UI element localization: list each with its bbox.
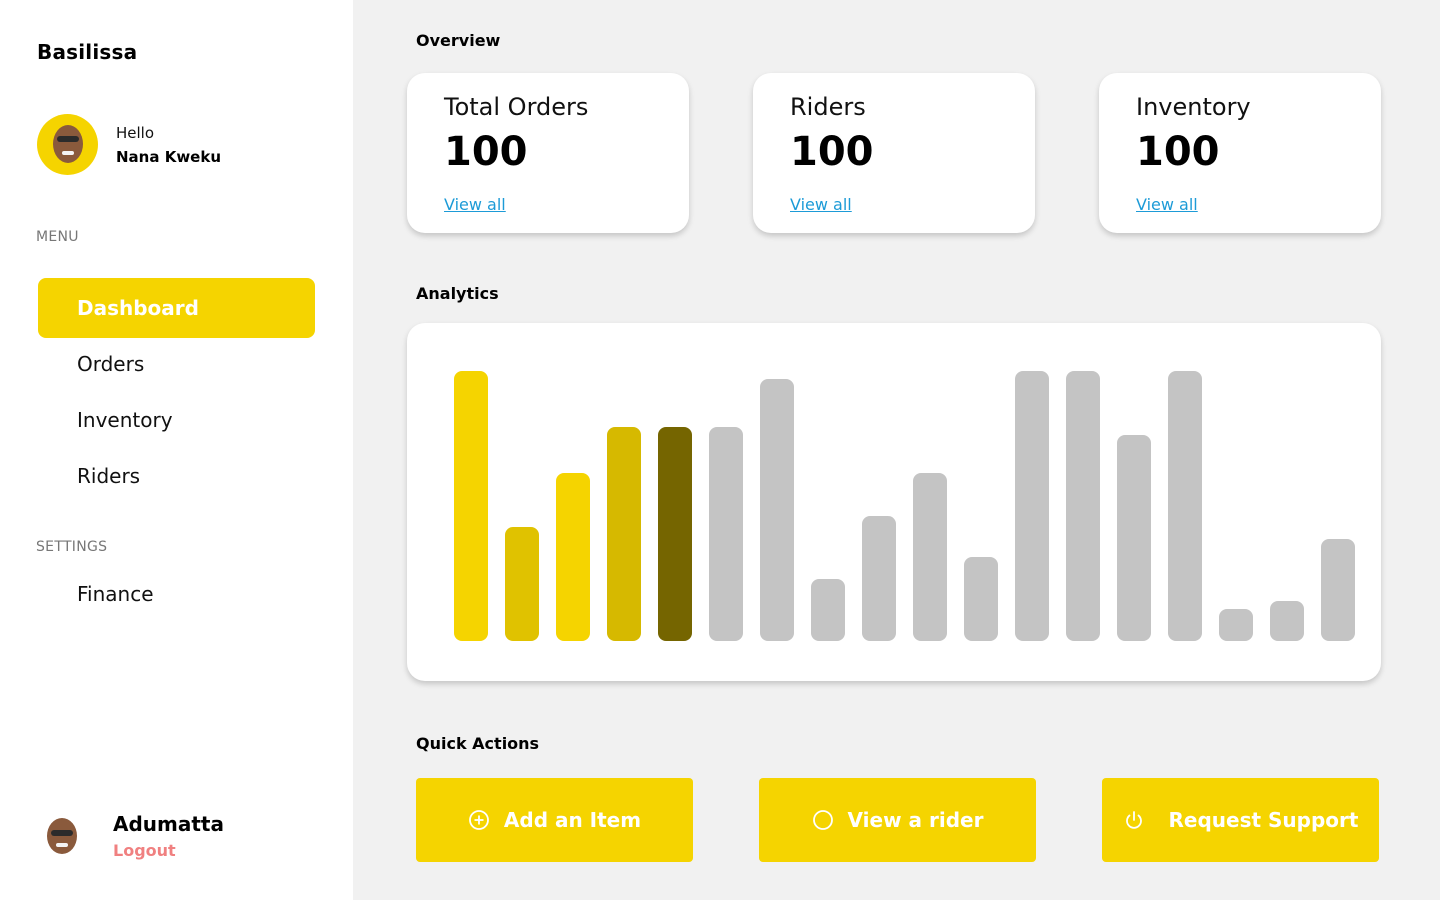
sidebar-item-dashboard[interactable]: Dashboard [38,278,315,338]
sidebar-item-orders[interactable]: Orders [38,334,315,394]
chart-bar-8 [811,579,845,641]
view-rider-button[interactable]: View a rider [759,778,1036,862]
circle-icon [812,810,833,830]
sidebar-item-finance[interactable]: Finance [38,564,315,624]
chart-bar-12 [1015,371,1049,641]
request-support-button[interactable]: Request Support [1102,778,1379,862]
chart-bar-4 [607,427,641,641]
footer-avatar [45,816,79,856]
chart-bar-13 [1066,371,1100,641]
analytics-heading: Analytics [416,284,499,303]
menu-section-label: MENU [36,229,79,245]
chart-bar-15 [1168,371,1202,641]
stat-card-total-orders: Total Orders 100 View all [407,73,689,233]
stat-title: Inventory [1136,93,1251,121]
view-all-riders-link[interactable]: View all [790,195,852,214]
request-support-label: Request Support [1168,808,1359,832]
analytics-bar-chart [454,371,1355,641]
stat-title: Riders [790,93,866,121]
add-item-button[interactable]: Add an Item [416,778,693,862]
user-name: Nana Kweku [116,147,222,166]
plus-circle-icon [469,810,489,830]
analytics-chart-card [407,323,1381,681]
power-icon [1125,811,1142,829]
stat-value: 100 [790,129,874,175]
chart-bar-18 [1321,539,1355,641]
stat-value: 100 [444,129,528,175]
view-all-orders-link[interactable]: View all [444,195,506,214]
chart-bar-7 [760,379,794,641]
chart-bar-5 [658,427,692,641]
user-profile: Hello Nana Kweku [37,114,221,175]
stat-value: 100 [1136,129,1220,175]
chart-bar-2 [505,527,539,641]
chart-bar-17 [1270,601,1304,641]
greeting-text: Hello [116,123,155,142]
add-item-label: Add an Item [503,808,642,832]
chart-bar-14 [1117,435,1151,641]
chart-bar-3 [556,473,590,641]
sidebar: Basilissa Hello Nana Kweku MENU Dashboar… [0,0,353,900]
chart-bar-11 [964,557,998,641]
chart-bar-6 [709,427,743,641]
logout-link[interactable]: Logout [113,841,224,860]
view-rider-label: View a rider [847,808,984,832]
avatar [37,114,98,175]
sidebar-item-inventory[interactable]: Inventory [38,390,315,450]
overview-heading: Overview [416,31,501,50]
view-all-inventory-link[interactable]: View all [1136,195,1198,214]
chart-bar-10 [913,473,947,641]
stat-card-inventory: Inventory 100 View all [1099,73,1381,233]
quick-actions-heading: Quick Actions [416,734,540,753]
stat-title: Total Orders [444,93,589,121]
settings-section-label: SETTINGS [36,539,108,555]
stat-card-riders: Riders 100 View all [753,73,1035,233]
footer-user: Adumatta Logout [45,812,224,860]
footer-user-name: Adumatta [113,812,224,836]
chart-bar-1 [454,371,488,641]
chart-bar-16 [1219,609,1253,641]
brand-title: Basilissa [37,40,138,64]
chart-bar-9 [862,516,896,641]
sidebar-item-riders[interactable]: Riders [38,446,315,506]
